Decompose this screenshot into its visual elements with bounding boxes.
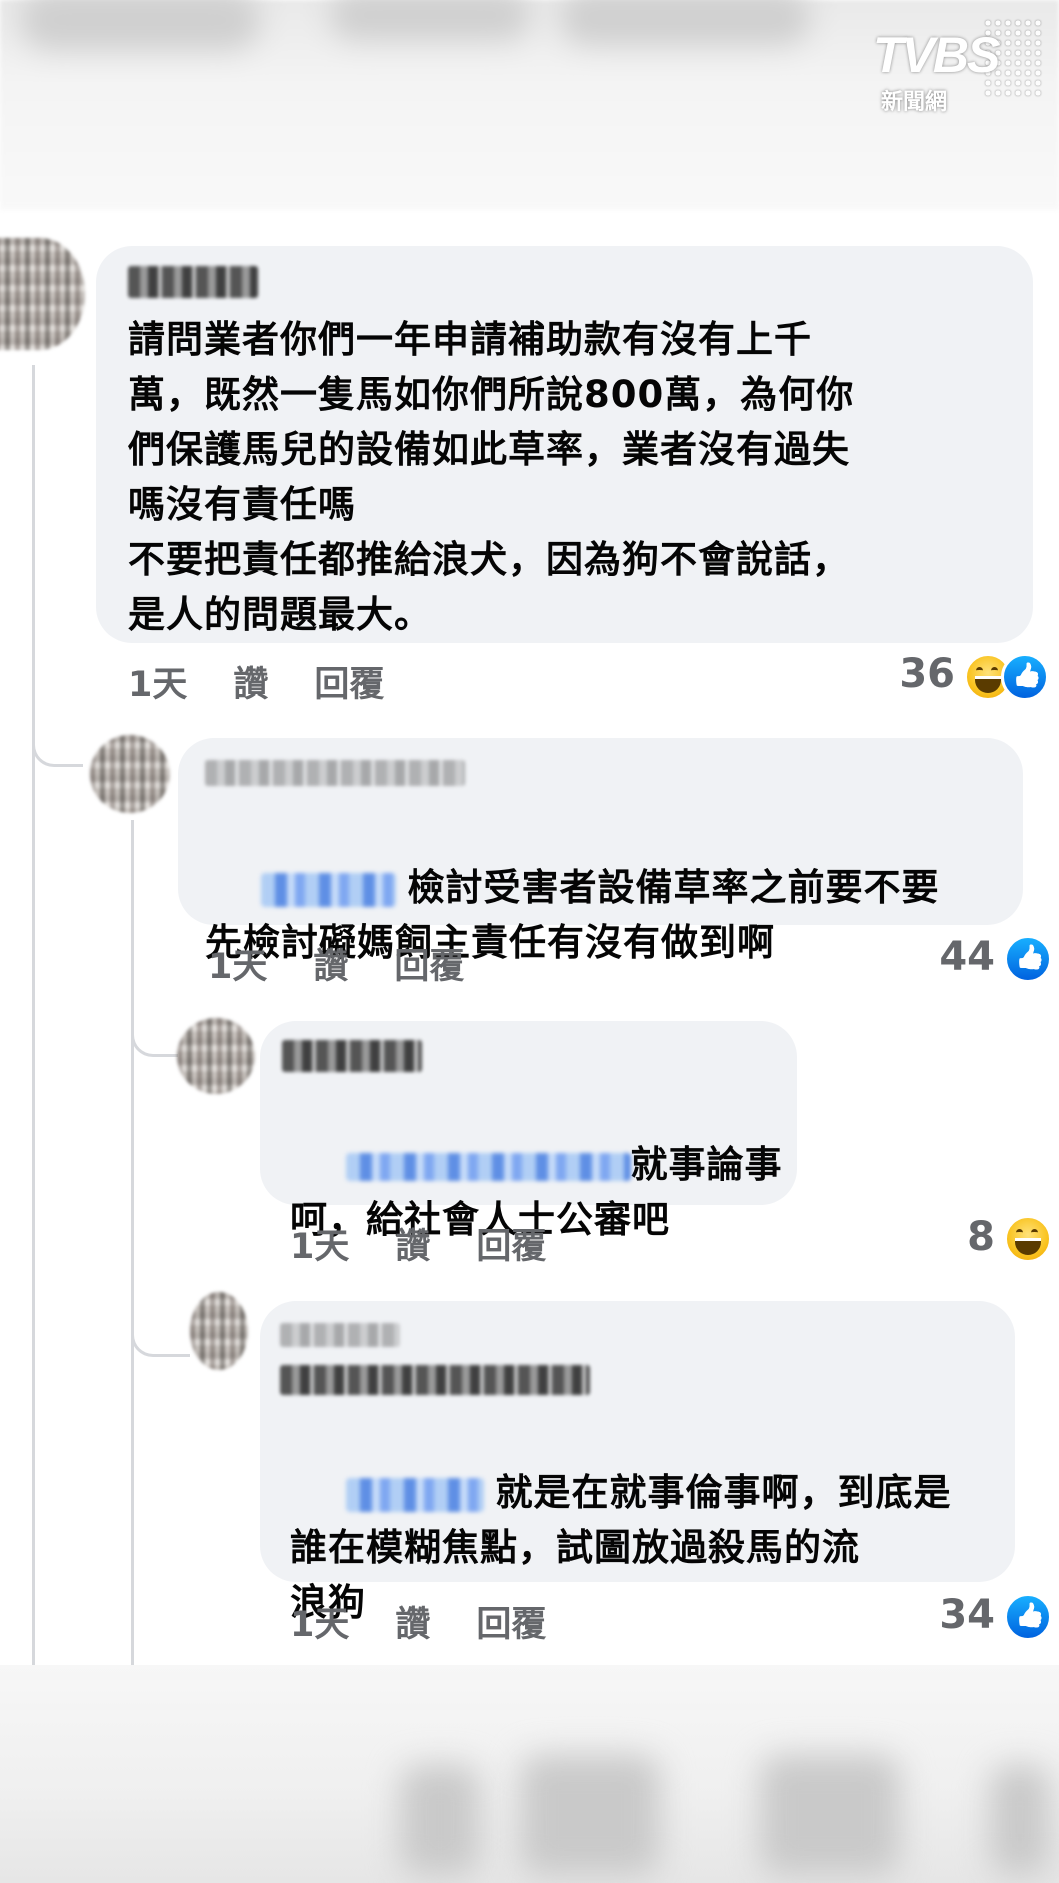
like-link[interactable]: 讚	[313, 947, 348, 987]
reaction-count[interactable]: 8	[930, 1214, 995, 1260]
avatar[interactable]	[190, 1292, 248, 1370]
reaction-count[interactable]: 44	[910, 934, 995, 980]
like-link[interactable]: 讚	[233, 665, 268, 705]
comment-actions: 1天 讚 回覆	[290, 1596, 592, 1647]
avatar[interactable]	[90, 735, 170, 813]
reply-link[interactable]: 回覆	[476, 1227, 546, 1267]
reply-link[interactable]: 回覆	[476, 1605, 546, 1645]
comment-body: 檢討受害者設備草率之前要不要 先檢討礙媽飼主責任有沒有做到啊	[205, 805, 1015, 1025]
thread-elbow-3	[131, 1290, 190, 1357]
thread-line-reply	[131, 820, 134, 1665]
tvbs-watermark-logo: TVBS 新聞網	[873, 18, 1043, 118]
author-name-redacted-2[interactable]	[280, 1365, 590, 1395]
like-icon[interactable]	[1001, 653, 1049, 701]
comment-body: 就事論事 呵，給社會人士公審吧	[290, 1082, 790, 1302]
timestamp[interactable]: 1天	[208, 947, 267, 987]
thread-line-main	[32, 365, 35, 1665]
haha-icon[interactable]	[1004, 1215, 1052, 1263]
comment-actions: 1天 讚 回覆	[208, 938, 510, 989]
like-link[interactable]: 讚	[395, 1605, 430, 1645]
reaction-count[interactable]: 34	[910, 1592, 995, 1638]
author-name-redacted[interactable]	[205, 760, 465, 786]
reply-link[interactable]: 回覆	[314, 665, 384, 705]
reply-link[interactable]: 回覆	[394, 947, 464, 987]
mention-tag-redacted[interactable]	[345, 1152, 631, 1181]
author-name-redacted[interactable]	[280, 1323, 400, 1347]
logo-subtext: 新聞網	[881, 90, 948, 115]
mention-tag-redacted[interactable]	[260, 872, 396, 907]
author-name-redacted[interactable]	[128, 266, 258, 298]
reaction-count[interactable]: 36	[880, 651, 955, 697]
avatar[interactable]	[0, 238, 85, 350]
blurred-footer-region	[0, 1665, 1059, 1883]
comment-actions: 1天 讚 回覆	[128, 656, 430, 707]
timestamp[interactable]: 1天	[290, 1227, 349, 1267]
avatar[interactable]	[177, 1018, 255, 1094]
logo-text: TVBS	[873, 27, 1000, 83]
thread-elbow-1	[32, 700, 83, 767]
timestamp[interactable]: 1天	[290, 1605, 349, 1645]
like-link[interactable]: 讚	[395, 1227, 430, 1267]
comment-actions: 1天 讚 回覆	[290, 1218, 592, 1269]
author-name-redacted[interactable]	[282, 1040, 422, 1072]
mention-tag-redacted[interactable]	[345, 1477, 484, 1512]
thread-elbow-2	[131, 990, 178, 1057]
like-icon[interactable]	[1004, 935, 1052, 983]
like-icon[interactable]	[1004, 1593, 1052, 1641]
comment-text: 請問業者你們一年申請補助款有沒有上千 萬，既然一隻馬如你們所說800萬，為何你 …	[128, 318, 855, 636]
timestamp[interactable]: 1天	[128, 665, 187, 705]
